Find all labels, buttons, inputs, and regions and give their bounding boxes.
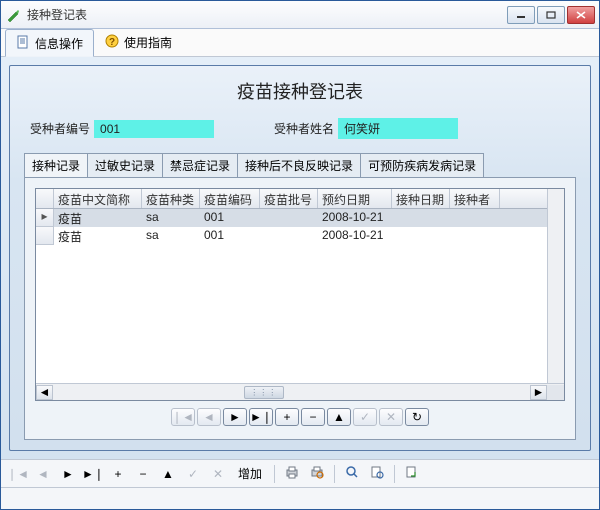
- main-toolbar: 信息操作 ? 使用指南: [1, 29, 599, 57]
- nav-refresh-button[interactable]: ↻: [405, 408, 429, 426]
- col-header[interactable]: 疫苗编码: [200, 189, 260, 208]
- subtab-preventable-disease-record[interactable]: 可预防疾病发病记录: [361, 153, 484, 177]
- recipient-id-value[interactable]: 001: [94, 120, 214, 138]
- window-title: 接种登记表: [27, 6, 507, 23]
- document-icon: [16, 35, 30, 52]
- help-icon: ?: [105, 34, 119, 51]
- row-indicator-icon: [36, 227, 54, 245]
- table-row[interactable]: ▸ 疫苗 sa 001 2008-10-21: [36, 209, 547, 227]
- filter-button[interactable]: [366, 464, 388, 484]
- maximize-button[interactable]: [537, 6, 565, 24]
- form-row: 受种者编号 001 受种者姓名 何笑妍: [24, 118, 576, 139]
- bb-last-button[interactable]: ►❘: [82, 464, 104, 484]
- data-grid[interactable]: 疫苗中文简称 疫苗种类 疫苗编码 疫苗批号 预约日期 接种日期 接种者 ▸: [35, 188, 565, 401]
- nav-next-button[interactable]: ►: [223, 408, 247, 426]
- titlebar: 接种登记表: [1, 1, 599, 29]
- subtab-adverse-reaction-record[interactable]: 接种后不良反映记录: [238, 153, 361, 177]
- scroll-right-icon[interactable]: ►: [530, 385, 547, 400]
- app-icon: [5, 7, 21, 23]
- statusbar: [1, 487, 599, 509]
- scroll-left-icon[interactable]: ◄: [36, 385, 53, 400]
- page-title: 疫苗接种登记表: [24, 70, 576, 118]
- bb-cancel-button[interactable]: ✕: [207, 464, 229, 484]
- nav-delete-button[interactable]: −: [301, 408, 325, 426]
- export-button[interactable]: [401, 464, 423, 484]
- app-window: 接种登记表 信息操作 ? 使用指南 疫苗接种登记表 受种者编号 001: [0, 0, 600, 510]
- nav-last-button[interactable]: ►❘: [249, 408, 273, 426]
- grid-body: ▸ 疫苗 sa 001 2008-10-21: [36, 209, 547, 383]
- bb-first-button[interactable]: ❘◄: [7, 464, 29, 484]
- col-header[interactable]: 疫苗中文简称: [54, 189, 142, 208]
- vertical-scrollbar[interactable]: [547, 189, 564, 383]
- nav-add-button[interactable]: +: [275, 408, 299, 426]
- minimize-button[interactable]: [507, 6, 535, 24]
- document-search-icon: [370, 465, 384, 482]
- tab-label: 信息操作: [35, 35, 83, 52]
- print-button[interactable]: [281, 464, 303, 484]
- row-indicator-icon: ▸: [36, 209, 54, 227]
- print-preview-button[interactable]: [306, 464, 328, 484]
- grid-header: 疫苗中文简称 疫苗种类 疫苗编码 疫苗批号 预约日期 接种日期 接种者: [36, 189, 547, 209]
- subtabs: 接种记录 过敏史记录 禁忌症记录 接种后不良反映记录 可预防疾病发病记录: [24, 153, 576, 177]
- record-navigator: ❘◄ ◄ ► ►❘ + − ▲ ✓ ✕ ↻: [35, 405, 565, 429]
- col-header[interactable]: 预约日期: [318, 189, 392, 208]
- nav-edit-button[interactable]: ▲: [327, 408, 351, 426]
- inner-panel: 疫苗接种登记表 受种者编号 001 受种者姓名 何笑妍 接种记录 过敏史记录 禁…: [9, 65, 591, 451]
- nav-cancel-button[interactable]: ✕: [379, 408, 403, 426]
- bb-prev-button[interactable]: ◄: [32, 464, 54, 484]
- col-header[interactable]: 疫苗种类: [142, 189, 200, 208]
- bb-add-text-button[interactable]: 增加: [232, 465, 268, 482]
- nav-post-button[interactable]: ✓: [353, 408, 377, 426]
- subtab-allergy-record[interactable]: 过敏史记录: [88, 153, 163, 177]
- svg-text:?: ?: [109, 37, 115, 48]
- subtab-contraindication-record[interactable]: 禁忌症记录: [163, 153, 238, 177]
- nav-first-button[interactable]: ❘◄: [171, 408, 195, 426]
- search-button[interactable]: [341, 464, 363, 484]
- tab-label: 使用指南: [124, 34, 172, 51]
- printer-search-icon: [310, 465, 324, 482]
- tab-info-ops[interactable]: 信息操作: [5, 29, 94, 57]
- bottom-toolbar: ❘◄ ◄ ► ►❘ + − ▲ ✓ ✕ 增加: [1, 459, 599, 487]
- content-area: 疫苗接种登记表 受种者编号 001 受种者姓名 何笑妍 接种记录 过敏史记录 禁…: [1, 57, 599, 459]
- col-header[interactable]: 接种者: [450, 189, 500, 208]
- export-icon: [405, 465, 419, 482]
- table-row[interactable]: 疫苗 sa 001 2008-10-21: [36, 227, 547, 245]
- recipient-name-value[interactable]: 何笑妍: [338, 118, 458, 139]
- bb-add-button[interactable]: +: [107, 464, 129, 484]
- close-button[interactable]: [567, 6, 595, 24]
- subtab-vaccination-record[interactable]: 接种记录: [24, 153, 88, 177]
- bb-next-button[interactable]: ►: [57, 464, 79, 484]
- tab-help-guide[interactable]: ? 使用指南: [94, 29, 183, 56]
- col-header[interactable]: 接种日期: [392, 189, 450, 208]
- col-header[interactable]: 疫苗批号: [260, 189, 318, 208]
- bb-edit-button[interactable]: ▲: [157, 464, 179, 484]
- recipient-name-label: 受种者姓名: [274, 120, 334, 137]
- nav-prev-button[interactable]: ◄: [197, 408, 221, 426]
- printer-icon: [285, 465, 299, 482]
- bb-post-button[interactable]: ✓: [182, 464, 204, 484]
- horizontal-scrollbar[interactable]: ◄ ⋮⋮⋮ ►: [36, 383, 564, 400]
- subtab-body: 疫苗中文简称 疫苗种类 疫苗编码 疫苗批号 预约日期 接种日期 接种者 ▸: [24, 177, 576, 440]
- recipient-id-label: 受种者编号: [30, 120, 90, 137]
- search-icon: [345, 465, 359, 482]
- bb-delete-button[interactable]: −: [132, 464, 154, 484]
